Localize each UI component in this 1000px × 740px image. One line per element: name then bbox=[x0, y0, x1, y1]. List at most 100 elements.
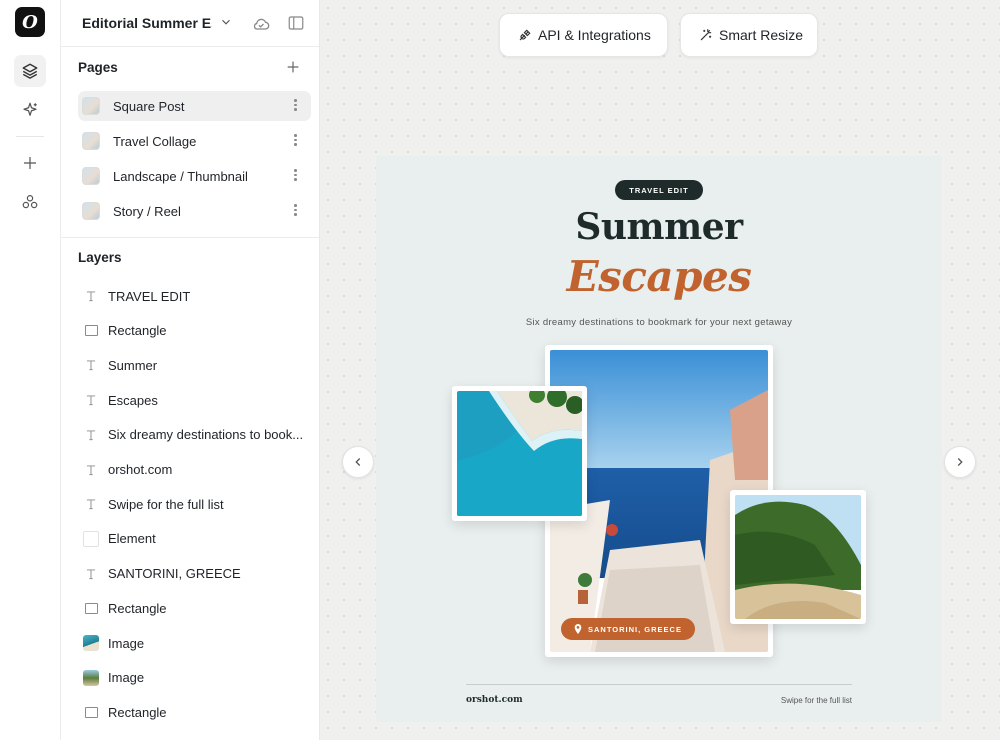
rectangle-icon bbox=[83, 323, 99, 339]
more-options-icon[interactable] bbox=[294, 169, 297, 181]
design-canvas[interactable]: API & Integrations Smart Resize TRAVEL E… bbox=[320, 0, 1000, 740]
layer-label: Image bbox=[108, 635, 145, 651]
page-thumbnail bbox=[82, 167, 100, 185]
layer-label: Swipe for the full list bbox=[108, 496, 224, 512]
layers-heading: Layers bbox=[78, 250, 122, 265]
page-thumbnail bbox=[82, 132, 100, 150]
layer-label: Image bbox=[108, 670, 145, 686]
rectangle-icon bbox=[83, 704, 99, 720]
add-element-button[interactable] bbox=[14, 147, 46, 179]
more-options-icon[interactable] bbox=[294, 204, 297, 216]
side-panel: Editorial Summer Es... Pages Square Post… bbox=[61, 0, 320, 740]
beach-aerial-photo[interactable] bbox=[452, 386, 587, 521]
layer-label: Summer bbox=[108, 357, 158, 373]
layer-item[interactable]: Image bbox=[78, 628, 311, 658]
page-label: Travel Collage bbox=[113, 133, 197, 149]
footer-divider[interactable] bbox=[466, 684, 852, 685]
smart-resize-button[interactable]: Smart Resize bbox=[680, 13, 818, 57]
layer-label: Six dreamy destinations to book... bbox=[108, 427, 304, 443]
document-title[interactable]: Editorial Summer Es... bbox=[82, 15, 212, 31]
add-page-icon[interactable] bbox=[285, 59, 301, 75]
layer-item[interactable]: SANTORINI, GREECE bbox=[78, 559, 311, 589]
components-icon bbox=[22, 195, 38, 209]
sidebar-toggle-icon[interactable] bbox=[287, 14, 305, 32]
layer-label: Rectangle bbox=[108, 704, 167, 720]
plus-icon bbox=[24, 157, 36, 169]
text-icon bbox=[83, 357, 99, 373]
page-item[interactable]: Landscape / Thumbnail bbox=[78, 161, 311, 191]
page-item[interactable]: Story / Reel bbox=[78, 196, 311, 226]
panel-divider bbox=[61, 237, 319, 238]
page-thumbnail bbox=[82, 97, 100, 115]
page-thumbnail bbox=[82, 202, 100, 220]
layer-item[interactable]: Summer bbox=[78, 350, 311, 380]
footer-swipe-text[interactable]: Swipe for the full list bbox=[781, 696, 852, 705]
page-item[interactable]: Travel Collage bbox=[78, 126, 311, 156]
plug-icon bbox=[519, 29, 531, 41]
text-icon bbox=[83, 392, 99, 408]
page-label: Square Post bbox=[113, 98, 185, 114]
chevron-down-icon[interactable] bbox=[219, 15, 233, 29]
sparkle-icon bbox=[23, 102, 37, 116]
location-pill[interactable]: SANTORINI, GREECE bbox=[561, 618, 695, 640]
panel-header: Editorial Summer Es... bbox=[61, 0, 319, 47]
chevron-right-icon bbox=[957, 458, 963, 466]
icon-rail: O bbox=[0, 0, 61, 740]
layers-tool-button[interactable] bbox=[14, 55, 46, 87]
layer-label: Rectangle bbox=[108, 600, 167, 616]
app-logo[interactable]: O bbox=[15, 7, 45, 37]
location-label: SANTORINI, GREECE bbox=[588, 624, 682, 634]
layer-label: orshot.com bbox=[108, 462, 173, 477]
text-icon bbox=[83, 462, 99, 478]
palm-beach-image bbox=[735, 495, 861, 619]
cloud-sync-icon[interactable] bbox=[251, 14, 271, 34]
layer-item[interactable]: Swipe for the full list bbox=[78, 489, 311, 519]
page-item[interactable]: Square Post bbox=[78, 91, 311, 121]
magic-wand-icon bbox=[700, 29, 712, 41]
layer-item[interactable]: Element bbox=[78, 524, 311, 554]
page-label: Story / Reel bbox=[113, 203, 181, 219]
text-icon bbox=[83, 566, 99, 582]
layer-item[interactable]: Rectangle bbox=[78, 316, 311, 346]
layer-item[interactable]: orshot.com bbox=[78, 455, 311, 485]
layer-label: Element bbox=[108, 531, 156, 547]
footer-website[interactable]: orshot.com bbox=[466, 695, 523, 705]
chevron-left-icon bbox=[355, 458, 361, 466]
text-icon bbox=[83, 427, 99, 443]
layers-icon bbox=[22, 63, 38, 79]
components-button[interactable] bbox=[14, 186, 46, 218]
ai-tool-button[interactable] bbox=[14, 94, 46, 126]
rail-divider bbox=[16, 136, 44, 137]
beach-aerial-image bbox=[457, 391, 582, 516]
layer-item[interactable]: Rectangle bbox=[78, 593, 311, 623]
image-icon bbox=[83, 669, 99, 686]
previous-page-button[interactable] bbox=[342, 446, 374, 478]
next-page-button[interactable] bbox=[944, 446, 976, 478]
title-escapes[interactable]: Escapes bbox=[376, 252, 942, 301]
page-label: Landscape / Thumbnail bbox=[113, 168, 248, 184]
layer-label: SANTORINI, GREECE bbox=[108, 566, 241, 582]
layer-label: Rectangle bbox=[108, 323, 167, 339]
layer-item[interactable]: Image bbox=[78, 663, 311, 693]
more-options-icon[interactable] bbox=[294, 99, 297, 111]
layer-item[interactable]: Rectangle bbox=[78, 697, 311, 727]
palm-beach-photo[interactable] bbox=[730, 490, 866, 624]
layer-item[interactable]: Six dreamy destinations to book... bbox=[78, 420, 311, 450]
artboard[interactable]: TRAVEL EDIT Summer Escapes Six dreamy de… bbox=[376, 156, 942, 722]
more-options-icon[interactable] bbox=[294, 134, 297, 146]
api-integrations-button[interactable]: API & Integrations bbox=[499, 13, 668, 57]
title-summer[interactable]: Summer bbox=[376, 206, 942, 248]
layer-label: Escapes bbox=[108, 392, 158, 408]
smart-resize-label: Smart Resize bbox=[719, 27, 804, 43]
subtitle-text[interactable]: Six dreamy destinations to bookmark for … bbox=[376, 317, 942, 328]
pages-heading: Pages bbox=[78, 60, 118, 75]
api-integrations-label: API & Integrations bbox=[538, 27, 651, 43]
layer-item[interactable]: Escapes bbox=[78, 385, 311, 415]
map-pin-icon bbox=[574, 624, 582, 634]
layer-item[interactable]: TRAVEL EDIT bbox=[78, 281, 311, 311]
layer-label: TRAVEL EDIT bbox=[108, 288, 191, 304]
image-icon bbox=[83, 635, 99, 651]
text-icon bbox=[83, 288, 99, 304]
rectangle-icon bbox=[83, 600, 99, 616]
travel-edit-badge[interactable]: TRAVEL EDIT bbox=[615, 180, 703, 200]
